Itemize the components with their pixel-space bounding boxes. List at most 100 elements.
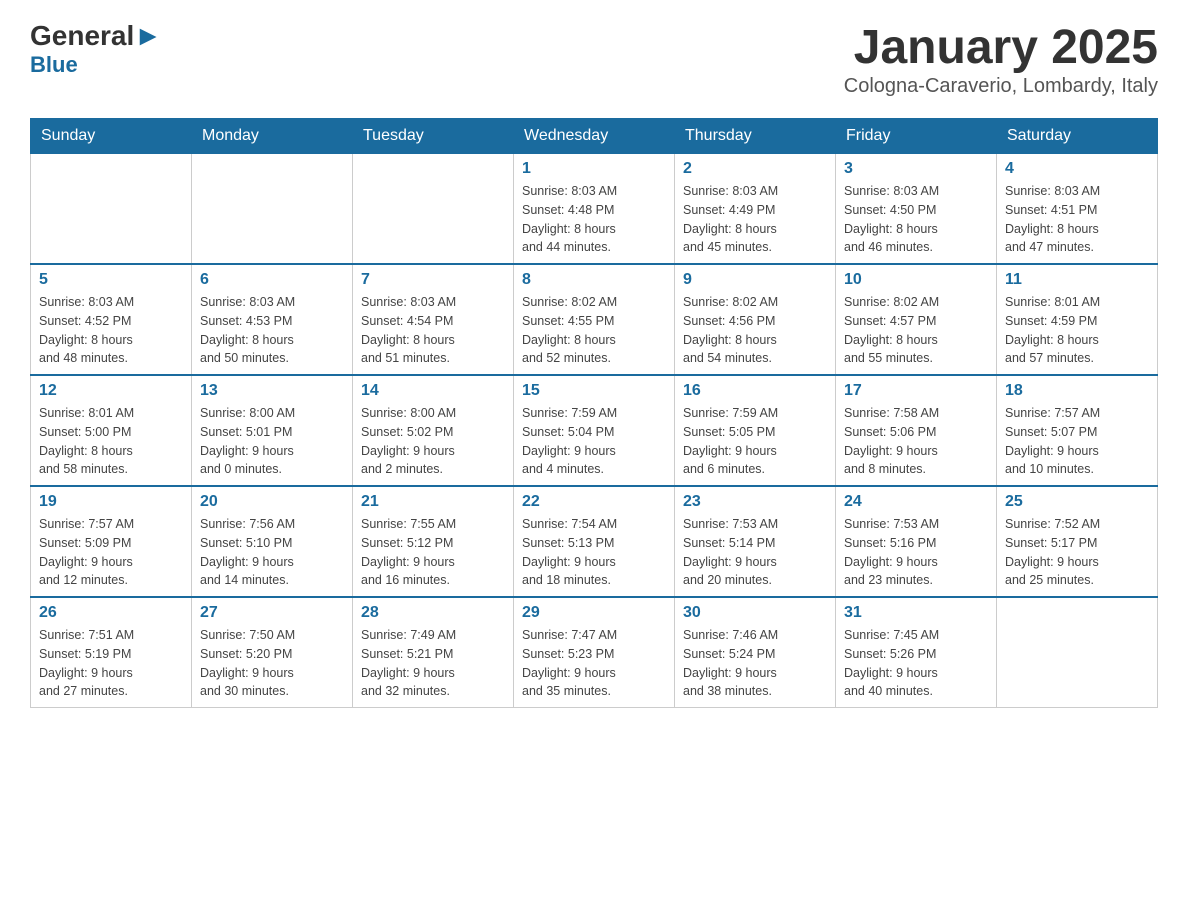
- day-info: Sunrise: 7:55 AM Sunset: 5:12 PM Dayligh…: [361, 515, 505, 590]
- day-number: 31: [844, 604, 988, 622]
- logo-general: General►: [30, 20, 162, 52]
- weekday-header-friday: Friday: [836, 119, 997, 154]
- day-info: Sunrise: 8:03 AM Sunset: 4:48 PM Dayligh…: [522, 182, 666, 257]
- day-info: Sunrise: 8:00 AM Sunset: 5:02 PM Dayligh…: [361, 404, 505, 479]
- calendar-cell: 6 Sunrise: 8:03 AM Sunset: 4:53 PM Daylig…: [192, 264, 353, 375]
- day-number: 3: [844, 160, 988, 178]
- weekday-header-thursday: Thursday: [675, 119, 836, 154]
- calendar-cell: 4 Sunrise: 8:03 AM Sunset: 4:51 PM Daylig…: [997, 154, 1158, 265]
- day-info: Sunrise: 8:03 AM Sunset: 4:51 PM Dayligh…: [1005, 182, 1149, 257]
- calendar-cell: 27 Sunrise: 7:50 AM Sunset: 5:20 PM Dayli…: [192, 597, 353, 708]
- calendar-cell: 2Sunrise: 8:03 AM Sunset: 4:49 PM Daylig…: [675, 154, 836, 265]
- day-number: 4: [1005, 160, 1149, 178]
- day-number: 27: [200, 604, 344, 622]
- title-block: January 2025 Cologna-Caraverio, Lombardy…: [844, 20, 1158, 98]
- page-header: General► Blue January 2025 Cologna-Carav…: [30, 20, 1158, 98]
- calendar-cell: 12 Sunrise: 8:01 AM Sunset: 5:00 PM Dayli…: [31, 375, 192, 486]
- calendar-cell: 14 Sunrise: 8:00 AM Sunset: 5:02 PM Dayli…: [353, 375, 514, 486]
- day-info: Sunrise: 8:02 AM Sunset: 4:56 PM Dayligh…: [683, 293, 827, 368]
- day-info: Sunrise: 7:46 AM Sunset: 5:24 PM Dayligh…: [683, 626, 827, 701]
- calendar-cell: 22 Sunrise: 7:54 AM Sunset: 5:13 PM Dayli…: [514, 486, 675, 597]
- calendar-cell: 23 Sunrise: 7:53 AM Sunset: 5:14 PM Dayli…: [675, 486, 836, 597]
- day-info: Sunrise: 7:53 AM Sunset: 5:16 PM Dayligh…: [844, 515, 988, 590]
- day-info: Sunrise: 8:03 AM Sunset: 4:52 PM Dayligh…: [39, 293, 183, 368]
- calendar-cell: 26 Sunrise: 7:51 AM Sunset: 5:19 PM Dayli…: [31, 597, 192, 708]
- calendar-table: SundayMondayTuesdayWednesdayThursdayFrid…: [30, 118, 1158, 708]
- calendar-cell: 19 Sunrise: 7:57 AM Sunset: 5:09 PM Dayli…: [31, 486, 192, 597]
- calendar-cell: 25Sunrise: 7:52 AM Sunset: 5:17 PM Dayli…: [997, 486, 1158, 597]
- location: Cologna-Caraverio, Lombardy, Italy: [844, 75, 1158, 98]
- day-number: 20: [200, 493, 344, 511]
- day-info: Sunrise: 7:57 AM Sunset: 5:09 PM Dayligh…: [39, 515, 183, 590]
- calendar-cell: 29 Sunrise: 7:47 AM Sunset: 5:23 PM Dayli…: [514, 597, 675, 708]
- day-info: Sunrise: 7:49 AM Sunset: 5:21 PM Dayligh…: [361, 626, 505, 701]
- day-number: 19: [39, 493, 183, 511]
- day-number: 26: [39, 604, 183, 622]
- month-title: January 2025: [844, 20, 1158, 75]
- day-info: Sunrise: 8:03 AM Sunset: 4:54 PM Dayligh…: [361, 293, 505, 368]
- week-row-4: 19 Sunrise: 7:57 AM Sunset: 5:09 PM Dayli…: [31, 486, 1158, 597]
- day-info: Sunrise: 7:54 AM Sunset: 5:13 PM Dayligh…: [522, 515, 666, 590]
- calendar-cell: 5 Sunrise: 8:03 AM Sunset: 4:52 PM Daylig…: [31, 264, 192, 375]
- day-number: 12: [39, 382, 183, 400]
- day-info: Sunrise: 8:01 AM Sunset: 4:59 PM Dayligh…: [1005, 293, 1149, 368]
- day-info: Sunrise: 7:50 AM Sunset: 5:20 PM Dayligh…: [200, 626, 344, 701]
- day-number: 14: [361, 382, 505, 400]
- calendar-cell: 28 Sunrise: 7:49 AM Sunset: 5:21 PM Dayli…: [353, 597, 514, 708]
- logo: General► Blue: [30, 20, 162, 78]
- weekday-header-row: SundayMondayTuesdayWednesdayThursdayFrid…: [31, 119, 1158, 154]
- calendar-cell: 3 Sunrise: 8:03 AM Sunset: 4:50 PM Daylig…: [836, 154, 997, 265]
- calendar-cell: 13 Sunrise: 8:00 AM Sunset: 5:01 PM Dayli…: [192, 375, 353, 486]
- week-row-3: 12 Sunrise: 8:01 AM Sunset: 5:00 PM Dayli…: [31, 375, 1158, 486]
- day-number: 10: [844, 271, 988, 289]
- day-number: 16: [683, 382, 827, 400]
- calendar-cell: 16Sunrise: 7:59 AM Sunset: 5:05 PM Dayli…: [675, 375, 836, 486]
- calendar-cell: 18 Sunrise: 7:57 AM Sunset: 5:07 PM Dayli…: [997, 375, 1158, 486]
- day-number: 25: [1005, 493, 1149, 511]
- day-number: 15: [522, 382, 666, 400]
- day-info: Sunrise: 7:53 AM Sunset: 5:14 PM Dayligh…: [683, 515, 827, 590]
- day-number: 28: [361, 604, 505, 622]
- week-row-2: 5 Sunrise: 8:03 AM Sunset: 4:52 PM Daylig…: [31, 264, 1158, 375]
- day-info: Sunrise: 7:45 AM Sunset: 5:26 PM Dayligh…: [844, 626, 988, 701]
- calendar-cell: 8Sunrise: 8:02 AM Sunset: 4:55 PM Daylig…: [514, 264, 675, 375]
- day-info: Sunrise: 8:03 AM Sunset: 4:50 PM Dayligh…: [844, 182, 988, 257]
- calendar-cell: 1 Sunrise: 8:03 AM Sunset: 4:48 PM Daylig…: [514, 154, 675, 265]
- day-number: 17: [844, 382, 988, 400]
- day-number: 8: [522, 271, 666, 289]
- day-info: Sunrise: 8:02 AM Sunset: 4:57 PM Dayligh…: [844, 293, 988, 368]
- calendar-cell: 31 Sunrise: 7:45 AM Sunset: 5:26 PM Dayli…: [836, 597, 997, 708]
- day-info: Sunrise: 7:59 AM Sunset: 5:04 PM Dayligh…: [522, 404, 666, 479]
- day-info: Sunrise: 8:01 AM Sunset: 5:00 PM Dayligh…: [39, 404, 183, 479]
- calendar-cell: 11Sunrise: 8:01 AM Sunset: 4:59 PM Dayli…: [997, 264, 1158, 375]
- calendar-cell: 21 Sunrise: 7:55 AM Sunset: 5:12 PM Dayli…: [353, 486, 514, 597]
- logo-text: General►: [30, 20, 162, 52]
- day-number: 23: [683, 493, 827, 511]
- day-number: 29: [522, 604, 666, 622]
- day-info: Sunrise: 7:57 AM Sunset: 5:07 PM Dayligh…: [1005, 404, 1149, 479]
- day-info: Sunrise: 8:03 AM Sunset: 4:53 PM Dayligh…: [200, 293, 344, 368]
- day-info: Sunrise: 7:51 AM Sunset: 5:19 PM Dayligh…: [39, 626, 183, 701]
- day-info: Sunrise: 7:47 AM Sunset: 5:23 PM Dayligh…: [522, 626, 666, 701]
- day-number: 18: [1005, 382, 1149, 400]
- calendar-cell: 24Sunrise: 7:53 AM Sunset: 5:16 PM Dayli…: [836, 486, 997, 597]
- weekday-header-wednesday: Wednesday: [514, 119, 675, 154]
- day-number: 21: [361, 493, 505, 511]
- calendar-cell: [353, 154, 514, 265]
- day-number: 1: [522, 160, 666, 178]
- day-number: 22: [522, 493, 666, 511]
- calendar-cell: 30Sunrise: 7:46 AM Sunset: 5:24 PM Dayli…: [675, 597, 836, 708]
- calendar-cell: [997, 597, 1158, 708]
- weekday-header-saturday: Saturday: [997, 119, 1158, 154]
- weekday-header-sunday: Sunday: [31, 119, 192, 154]
- day-info: Sunrise: 8:03 AM Sunset: 4:49 PM Dayligh…: [683, 182, 827, 257]
- weekday-header-tuesday: Tuesday: [353, 119, 514, 154]
- calendar-cell: 20 Sunrise: 7:56 AM Sunset: 5:10 PM Dayli…: [192, 486, 353, 597]
- day-number: 13: [200, 382, 344, 400]
- calendar-cell: 15 Sunrise: 7:59 AM Sunset: 5:04 PM Dayli…: [514, 375, 675, 486]
- day-number: 6: [200, 271, 344, 289]
- day-info: Sunrise: 8:00 AM Sunset: 5:01 PM Dayligh…: [200, 404, 344, 479]
- day-info: Sunrise: 7:56 AM Sunset: 5:10 PM Dayligh…: [200, 515, 344, 590]
- week-row-1: 1 Sunrise: 8:03 AM Sunset: 4:48 PM Daylig…: [31, 154, 1158, 265]
- day-number: 5: [39, 271, 183, 289]
